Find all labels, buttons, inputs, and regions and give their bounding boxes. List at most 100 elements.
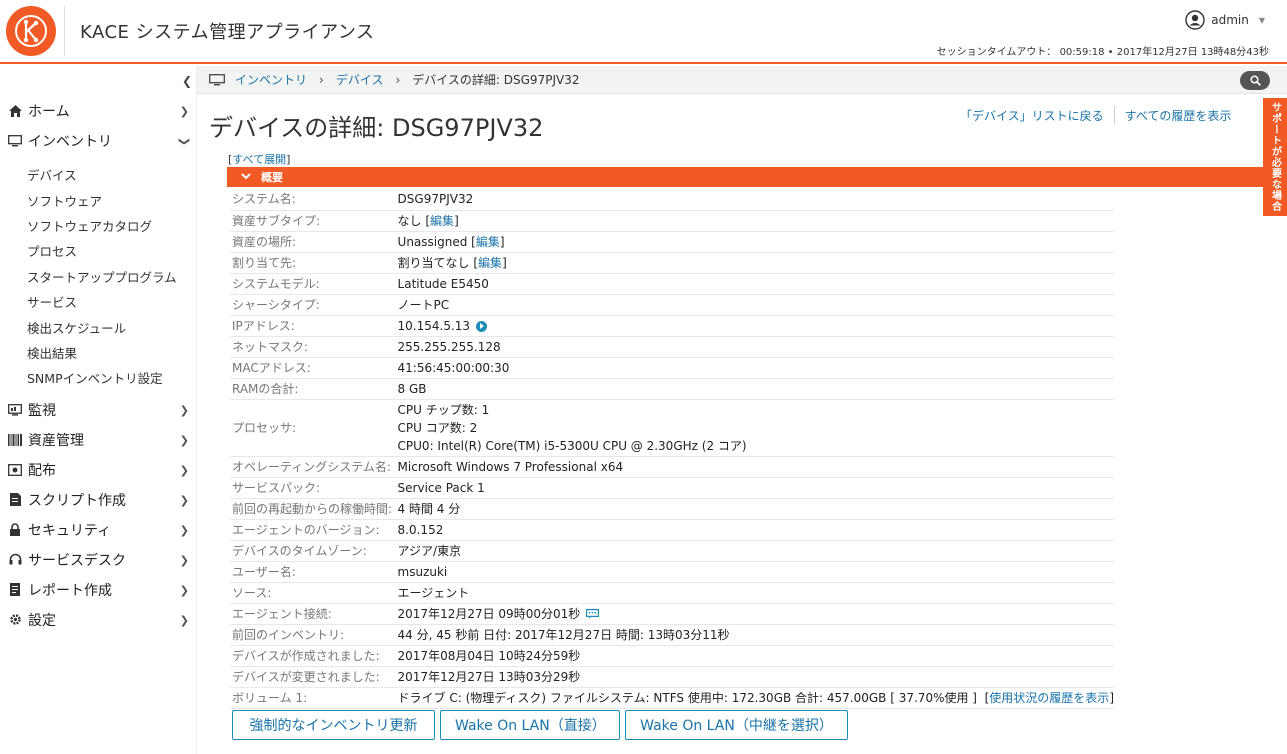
support-tab[interactable]: サポートが必要な場合 (1263, 98, 1287, 216)
sidebar-item-home[interactable]: ホーム ❯ (0, 96, 197, 126)
sidebar-subitem-software[interactable]: ソフトウェア (0, 187, 197, 212)
field-label: システム名: (230, 189, 396, 211)
script-icon (8, 493, 22, 507)
chevron-right-icon: ❯ (179, 433, 189, 447)
wake-on-lan-relay-button[interactable]: Wake On LAN（中継を選択） (625, 710, 848, 740)
sidebar-item-asset-management[interactable]: 資産管理 ❯ (0, 425, 197, 455)
table-row: サービスパック: Service Pack 1 (230, 477, 1114, 499)
sidebar-item-inventory[interactable]: インベントリ ❯ (0, 126, 197, 156)
chat-icon[interactable] (586, 609, 600, 619)
field-value: Unassigned (397, 234, 468, 249)
field-label: ユーザー名: (230, 561, 396, 583)
view-all-history-link[interactable]: すべての履歴を表示 (1125, 107, 1232, 124)
field-label: システムモデル: (230, 273, 396, 295)
sidebar-subitem-services[interactable]: サービス (0, 289, 197, 314)
sidebar-subitem-devices[interactable]: デバイス (0, 162, 197, 187)
sidebar-item-label: スクリプト作成 (28, 492, 126, 509)
breadcrumb-devices[interactable]: デバイス (336, 71, 384, 88)
play-icon[interactable] (476, 320, 488, 332)
edit-link[interactable]: 編集 (478, 256, 502, 270)
field-value: Service Pack 1 (395, 477, 1114, 499)
usage-history-link[interactable]: 使用状況の履歴を表示 (989, 691, 1109, 705)
edit-link[interactable]: 編集 (430, 214, 454, 228)
table-row: 資産の場所: Unassigned [編集] (230, 231, 1114, 253)
sidebar-item-label: ホーム (28, 104, 70, 120)
user-name: admin (1211, 13, 1249, 27)
field-value: 8.0.152 (395, 519, 1114, 541)
header-divider (64, 6, 65, 56)
force-inventory-button[interactable]: 強制的なインベントリ更新 (232, 710, 435, 740)
section-header-summary[interactable]: 概要 (227, 167, 1263, 187)
table-row: システム名: DSG97PJV32 (230, 189, 1114, 211)
sidebar-item-distribution[interactable]: 配布 ❯ (0, 455, 197, 485)
table-row: 割り当て先: 割り当てなし [編集] (230, 252, 1114, 274)
device-details-table: システム名: DSG97PJV32 資産サブタイプ: なし [編集] 資産の場所: U… (230, 189, 1114, 709)
table-row: 前回のインベントリ: 44 分, 45 秒前 日付: 2017年12月27日 時間… (230, 624, 1114, 646)
chevron-right-icon: ❯ (179, 493, 189, 507)
field-value: 2017年12月27日 13時03分29秒 (395, 666, 1114, 688)
sidebar-subitem-startup-programs[interactable]: スタートアッププログラム (0, 264, 197, 289)
monitor-icon (8, 134, 22, 148)
field-label: プロセッサ: (230, 399, 396, 457)
sidebar-item-label: インベントリ (28, 134, 112, 150)
table-row: システムモデル: Latitude E5450 (230, 273, 1114, 295)
sidebar-item-security[interactable]: セキュリティ ❯ (0, 515, 197, 545)
field-label: デバイスのタイムゾーン: (230, 540, 396, 562)
table-row: ソース: エージェント (230, 582, 1114, 604)
wake-on-lan-direct-button[interactable]: Wake On LAN（直接） (440, 710, 620, 740)
chevron-right-icon: ❯ (179, 613, 189, 627)
chevron-down-icon (241, 172, 251, 183)
breadcrumb-inventory[interactable]: インベントリ (235, 71, 307, 88)
field-label: 資産サブタイプ: (230, 210, 396, 232)
action-buttons: 強制的なインベントリ更新 Wake On LAN（直接） Wake On LAN… (232, 710, 848, 740)
inventory-submenu: デバイス ソフトウェア ソフトウェアカタログ プロセス スタートアッププログラム… (0, 156, 197, 395)
field-value-cell: ドライブ C: (物理ディスク) ファイルシステム: NTFS 使用中: 172… (395, 687, 1114, 709)
field-value: なし (397, 213, 422, 228)
field-value: DSG97PJV32 (395, 189, 1114, 211)
monitoring-icon (8, 403, 22, 417)
user-menu-chevron-icon: ▼ (1258, 15, 1265, 25)
sidebar-item-label: 資産管理 (28, 432, 84, 449)
field-value: 2017年08月04日 10時24分59秒 (395, 645, 1114, 667)
chevron-right-icon: ❯ (179, 583, 189, 597)
sidebar-item-scripting[interactable]: スクリプト作成 ❯ (0, 485, 197, 515)
sidebar-item-label: 設定 (28, 612, 56, 629)
sidebar-item-monitoring[interactable]: 監視 ❯ (0, 395, 197, 425)
sidebar-subitem-discovery-schedule[interactable]: 検出スケジュール (0, 314, 197, 339)
user-menu[interactable]: admin ▼ (1185, 10, 1265, 30)
table-row: オペレーティングシステム名: Microsoft Windows 7 Profes… (230, 456, 1114, 478)
sidebar-subitem-snmp-inventory[interactable]: SNMPインベントリ設定 (0, 365, 197, 390)
sidebar-subitem-software-catalog[interactable]: ソフトウェアカタログ (0, 213, 197, 238)
search-button[interactable] (1240, 71, 1270, 90)
sidebar-nav: ホーム ❯ インベントリ ❯ デバイス ソフトウェア ソフトウェアカタログ プロ… (0, 96, 197, 635)
field-label: MACアドレス: (230, 357, 396, 379)
field-value: 10.154.5.13 (397, 318, 471, 333)
back-to-devices-link[interactable]: 「デバイス」リストに戻る (960, 107, 1104, 124)
table-row: エージェントのバージョン: 8.0.152 (230, 519, 1114, 541)
kace-logo[interactable] (0, 0, 62, 62)
expand-all: [すべて展開] (228, 153, 291, 166)
app-title: KACE システム管理アプライアンス (80, 22, 375, 43)
field-value: CPU コア数: 2 (397, 420, 478, 435)
field-label: ボリューム 1: (230, 687, 396, 709)
monitor-icon (209, 73, 225, 85)
sidebar-item-reporting[interactable]: レポート作成 ❯ (0, 575, 197, 605)
sidebar-item-service-desk[interactable]: サービスデスク ❯ (0, 545, 197, 575)
field-label: 資産の場所: (230, 231, 396, 253)
edit-link[interactable]: 編集 (476, 235, 500, 249)
table-row: デバイスのタイムゾーン: アジア/東京 (230, 540, 1114, 562)
field-value: 8 GB (395, 378, 1114, 400)
table-row: ユーザー名: msuzuki (230, 561, 1114, 583)
field-value-cell: CPU チップ数: 1 CPU コア数: 2 CPU0: Intel(R) Core… (395, 399, 1114, 457)
distribution-icon (8, 463, 22, 477)
table-row: RAMの合計: 8 GB (230, 378, 1114, 400)
top-header: KACE システム管理アプライアンス admin ▼ セッションタイムアウト： … (0, 0, 1287, 64)
sidebar-collapse-icon[interactable]: ❮ (182, 74, 192, 88)
field-value: アジア/東京 (395, 540, 1114, 562)
sidebar-item-settings[interactable]: 設定 ❯ (0, 605, 197, 635)
sidebar-subitem-discovery-results[interactable]: 検出結果 (0, 340, 197, 365)
expand-all-link[interactable]: すべて展開 (232, 153, 286, 166)
chevron-right-icon: ❯ (179, 463, 189, 477)
page-actions: 「デバイス」リストに戻る すべての履歴を表示 (960, 106, 1231, 124)
sidebar-subitem-processes[interactable]: プロセス (0, 238, 197, 263)
